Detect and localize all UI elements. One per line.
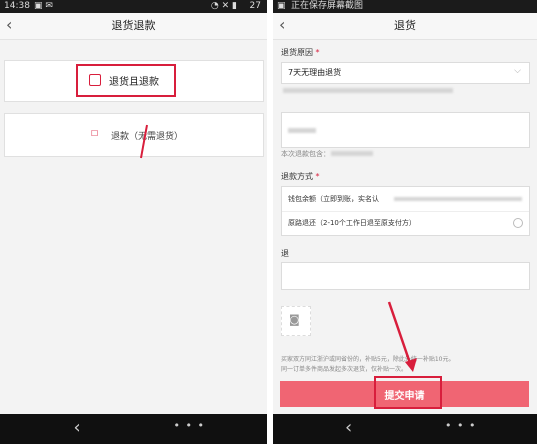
- option-label: 钱包余额（立即到账，实名认: [288, 195, 379, 203]
- battery-level: 27: [249, 1, 261, 11]
- page-title: 退货: [394, 19, 416, 32]
- reason-select[interactable]: 7天无理由退货 ⌵: [281, 62, 530, 84]
- upload-photo-button[interactable]: ◙: [281, 306, 311, 336]
- radio-button[interactable]: [513, 218, 523, 228]
- nav-bar: ‹ 退货退款: [0, 13, 267, 40]
- screenshot-icon: ▣: [277, 1, 286, 11]
- more-icon[interactable]: • • •: [174, 419, 205, 432]
- redacted-amount: [288, 128, 316, 133]
- status-bar: ▣ 正在保存屏幕截图: [273, 0, 537, 13]
- description-input[interactable]: [281, 262, 530, 290]
- description-label: 退: [281, 249, 289, 258]
- redacted-text: [394, 197, 522, 201]
- page-title: 退货退款: [111, 19, 156, 32]
- amount-field[interactable]: [281, 112, 530, 148]
- reason-value: 7天无理由退货: [288, 68, 342, 77]
- highlight-box: [374, 376, 442, 409]
- signal-icon: ◔ ✕ ▮: [210, 1, 237, 11]
- method-label: 退款方式 *: [281, 172, 320, 181]
- back-icon[interactable]: ‹: [345, 417, 352, 439]
- option-label: 退款（无需退货）: [111, 132, 184, 142]
- more-icon[interactable]: • • •: [445, 419, 476, 432]
- status-time: 14:38: [4, 1, 30, 11]
- method-option-original[interactable]: 原路退还（2-10个工作日退至原支付方）: [282, 211, 529, 235]
- camera-icon: ◙: [289, 313, 300, 326]
- refund-only-option[interactable]: ☐ 退款（无需退货）: [4, 113, 264, 157]
- system-nav-bar: ‹ • • •: [273, 414, 537, 444]
- chevron-down-icon: ⌵: [514, 66, 521, 76]
- status-text: 正在保存屏幕截图: [291, 1, 364, 11]
- method-option-wallet[interactable]: 钱包余额（立即到账，实名认: [282, 187, 529, 212]
- notice-line-1: 买家双方同江浙沪或同省份的，补贴5元，除此外统一补贴10元。: [281, 356, 455, 363]
- left-screen: 14:38 ▣ ✉ ◔ ✕ ▮ 27 ‹ 退货退款 退货且退款 ☐ 退款（无需退…: [0, 0, 267, 444]
- redacted-note: [331, 151, 373, 156]
- system-nav-bar: ‹ • • •: [0, 414, 267, 444]
- status-bar: 14:38 ▣ ✉ ◔ ✕ ▮ 27: [0, 0, 267, 13]
- refund-icon: ☐: [91, 129, 99, 138]
- method-options: 钱包余额（立即到账，实名认 原路退还（2-10个工作日退至原支付方）: [281, 186, 530, 236]
- back-icon[interactable]: ‹: [74, 417, 81, 439]
- notification-icon: ▣ ✉: [34, 1, 53, 11]
- right-screen: ▣ 正在保存屏幕截图 ‹ 退货 退货原因 * 7天无理由退货 ⌵ 本次退款包含：…: [273, 0, 537, 444]
- reason-label: 退货原因 *: [281, 48, 320, 57]
- option-label: 原路退还（2-10个工作日退至原支付方）: [288, 219, 416, 227]
- notice-line-2: 同一订单多件商品发起多次退货，仅补贴一次。: [281, 366, 408, 373]
- redacted-text: [283, 88, 453, 93]
- highlight-box: [76, 64, 176, 97]
- amount-note: 本次退款包含：: [281, 150, 330, 158]
- nav-bar: ‹ 退货: [273, 13, 537, 40]
